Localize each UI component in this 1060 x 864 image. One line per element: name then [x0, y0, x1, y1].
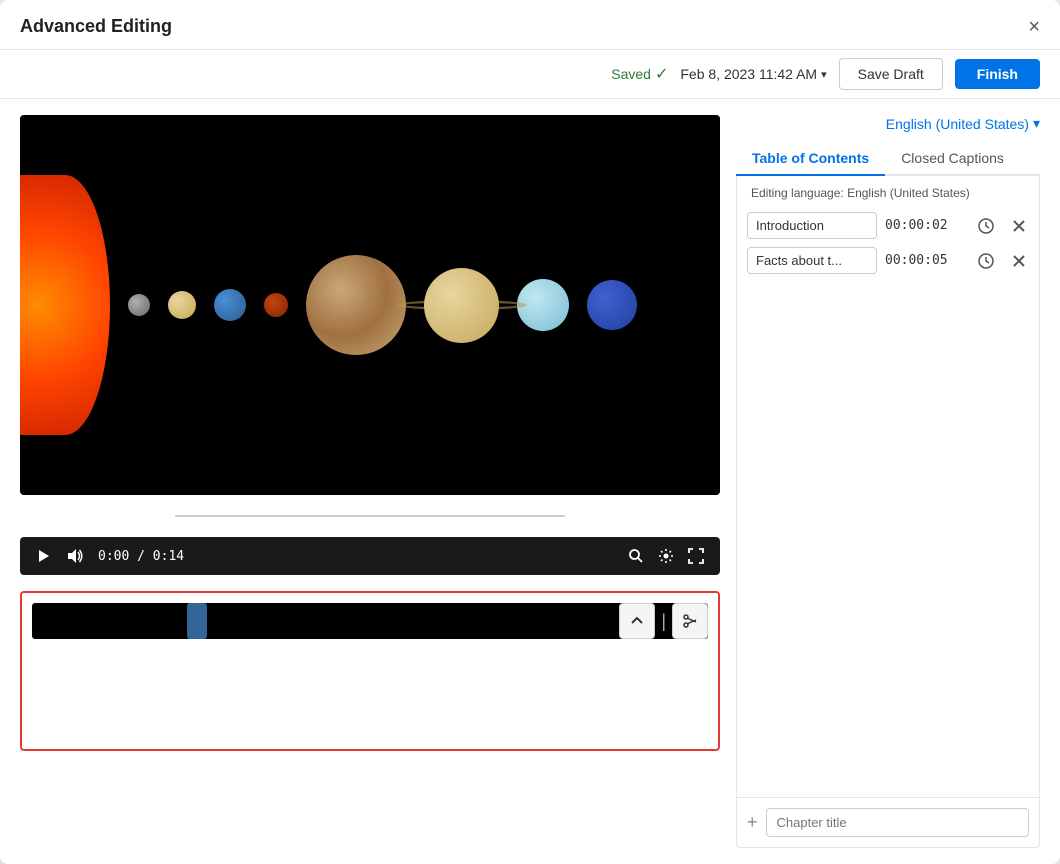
toc-time-2: 00:00:05: [885, 253, 965, 268]
saved-status: Saved ✓: [611, 64, 668, 84]
video-thumbnail: [20, 115, 720, 495]
tabs-container: Table of Contents Closed Captions: [736, 142, 1040, 176]
tab-closed-captions[interactable]: Closed Captions: [885, 142, 1020, 176]
timeline-track[interactable]: [32, 603, 708, 639]
close-icon: [1011, 218, 1027, 234]
controls-right: [628, 548, 704, 564]
mute-button[interactable]: [66, 547, 84, 565]
modal-header: Advanced Editing ×: [0, 0, 1060, 50]
toc-panel: Editing language: English (United States…: [736, 176, 1040, 848]
solar-system-image: [20, 115, 720, 495]
timeline-marker: [187, 603, 207, 639]
saved-check-icon: ✓: [655, 64, 668, 84]
date-label[interactable]: Feb 8, 2023 11:42 AM ▾: [680, 66, 826, 82]
planet-jupiter-wrap: [306, 255, 406, 355]
toc-clock-button-2[interactable]: [973, 250, 999, 272]
toc-item-title-2: [747, 247, 877, 274]
arrow-up-icon: [630, 614, 644, 628]
left-panel: 0:00 / 0:14: [20, 115, 720, 848]
toc-remove-button-2[interactable]: [1007, 251, 1031, 271]
fullscreen-button[interactable]: [688, 548, 704, 564]
date-caret-icon: ▾: [821, 68, 827, 81]
language-button[interactable]: English (United States) ▾: [886, 115, 1040, 132]
toc-items: 00:00:02: [737, 206, 1039, 797]
right-panel: English (United States) ▾ Table of Conte…: [736, 115, 1040, 848]
modal-title: Advanced Editing: [20, 16, 172, 37]
planet-mars: [264, 293, 288, 317]
toc-item: 00:00:05: [747, 247, 1029, 274]
toolbar: Saved ✓ Feb 8, 2023 11:42 AM ▾ Save Draf…: [0, 50, 1060, 99]
timeline-separator: |: [659, 611, 668, 632]
toc-time-1: 00:00:02: [885, 218, 965, 233]
planet-mercury: [128, 294, 150, 316]
close-icon: [1011, 253, 1027, 269]
move-up-button[interactable]: [619, 603, 655, 639]
scissors-icon: [682, 613, 698, 629]
search-icon: [628, 548, 644, 564]
toc-title-input-1[interactable]: [747, 212, 877, 239]
saved-text: Saved: [611, 66, 651, 82]
add-chapter-icon[interactable]: +: [747, 812, 758, 833]
toc-lang-label: Editing language: English (United States…: [737, 176, 1039, 206]
toc-remove-button-1[interactable]: [1007, 216, 1031, 236]
tab-toc-label: Table of Contents: [752, 150, 869, 166]
toc-item-title-1: [747, 212, 877, 239]
clock-icon: [977, 217, 995, 235]
volume-icon: [66, 547, 84, 565]
planet-jupiter: [306, 255, 406, 355]
chapter-title-input[interactable]: [766, 808, 1029, 837]
settings-button[interactable]: [658, 548, 674, 564]
toc-title-input-2[interactable]: [747, 247, 877, 274]
scrubber-area: [20, 507, 720, 525]
planet-earth: [214, 289, 246, 321]
search-video-button[interactable]: [628, 548, 644, 564]
planet-saturn-wrap: [424, 268, 499, 343]
video-controls: 0:00 / 0:14: [20, 537, 720, 575]
modal: Advanced Editing × Saved ✓ Feb 8, 2023 1…: [0, 0, 1060, 864]
gear-icon: [658, 548, 674, 564]
planets-container: [20, 175, 720, 435]
timeline-box: |: [20, 591, 720, 751]
play-button[interactable]: [36, 548, 52, 564]
planet-venus: [168, 291, 196, 319]
tab-table-of-contents[interactable]: Table of Contents: [736, 142, 885, 176]
add-chapter-row: +: [737, 797, 1039, 847]
scissors-button[interactable]: [672, 603, 708, 639]
sun: [20, 175, 110, 435]
timeline-actions: |: [619, 603, 708, 639]
time-display: 0:00 / 0:14: [98, 549, 184, 564]
language-text: English (United States): [886, 116, 1029, 132]
planet-saturn: [424, 268, 499, 343]
scrubber-line[interactable]: [175, 515, 565, 517]
planet-neptune: [587, 280, 637, 330]
main-content: 0:00 / 0:14: [0, 99, 1060, 864]
save-draft-button[interactable]: Save Draft: [839, 58, 943, 90]
date-text: Feb 8, 2023 11:42 AM: [680, 66, 817, 82]
close-button[interactable]: ×: [1028, 17, 1040, 37]
finish-button[interactable]: Finish: [955, 59, 1040, 89]
clock-icon: [977, 252, 995, 270]
toc-item: 00:00:02: [747, 212, 1029, 239]
language-selector: English (United States) ▾: [736, 115, 1040, 132]
play-icon: [36, 548, 52, 564]
fullscreen-icon: [688, 548, 704, 564]
toc-clock-button-1[interactable]: [973, 215, 999, 237]
language-caret-icon: ▾: [1033, 115, 1040, 132]
tab-cc-label: Closed Captions: [901, 150, 1004, 166]
